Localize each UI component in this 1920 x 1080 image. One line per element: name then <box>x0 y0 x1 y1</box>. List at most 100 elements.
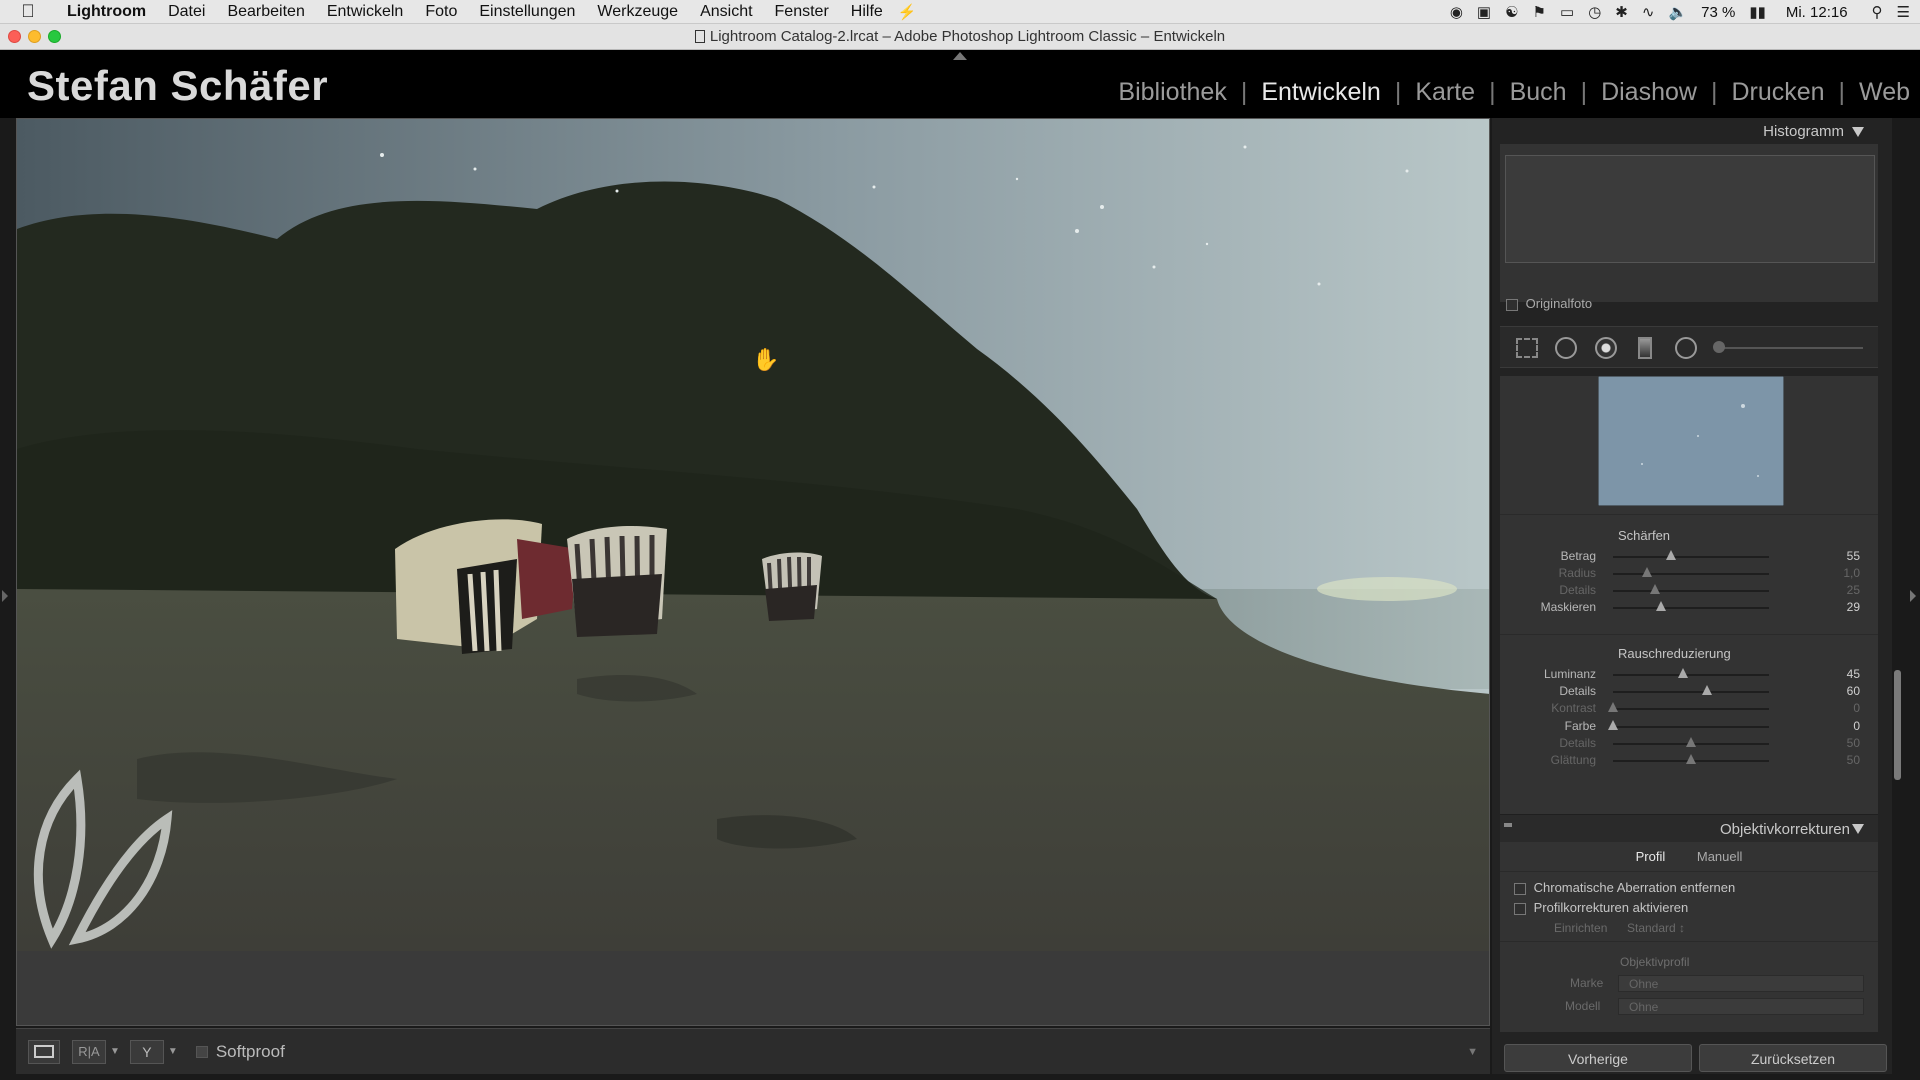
enable-profile-option[interactable]: Profilkorrekturen aktivieren <box>1514 900 1688 915</box>
before-after-dropdown-icon[interactable]: ▼ <box>110 1046 120 1057</box>
top-panel-toggle-icon[interactable] <box>953 52 967 60</box>
loupe-view-button[interactable] <box>28 1039 60 1064</box>
adjustment-brush-knob[interactable] <box>1713 341 1725 353</box>
toolbar-menu-dropdown-icon[interactable]: ▼ <box>1467 1046 1478 1058</box>
tab-profil[interactable]: Profil <box>1622 842 1680 872</box>
left-panel-toggle-icon[interactable] <box>2 590 8 602</box>
tab-manuell[interactable]: Manuell <box>1683 842 1757 872</box>
slider-value[interactable]: 55 <box>1820 549 1860 563</box>
menu-fenster[interactable]: Fenster <box>764 3 840 21</box>
notification-center-icon[interactable]: ☰ <box>1897 3 1910 21</box>
image-canvas[interactable]: ✋ <box>16 118 1490 1026</box>
collapse-triangle-icon[interactable] <box>1852 824 1864 834</box>
spot-removal-tool-icon[interactable] <box>1555 337 1577 359</box>
bookmark-icon[interactable]: ⚑ <box>1533 3 1546 21</box>
slider-maskieren[interactable]: Maskieren 29 <box>1500 599 1878 616</box>
slider-value[interactable]: 1,0 <box>1820 566 1860 580</box>
slider-thumb[interactable] <box>1608 702 1618 712</box>
right-panel-scrollbar[interactable] <box>1894 670 1901 780</box>
original-photo-toggle[interactable]: Originalfoto <box>1506 296 1592 311</box>
make-select[interactable]: Ohne <box>1618 975 1864 992</box>
module-karte[interactable]: Karte <box>1415 78 1475 107</box>
slider-details[interactable]: Details 50 <box>1500 735 1878 752</box>
menu-hilfe[interactable]: Hilfe <box>840 3 894 21</box>
bluetooth-icon[interactable]: ✱ <box>1615 3 1628 21</box>
module-drucken[interactable]: Drucken <box>1731 78 1824 107</box>
slider-thumb[interactable] <box>1701 685 1712 695</box>
right-panel-toggle-icon[interactable] <box>1910 590 1916 602</box>
graduated-filter-tool-icon[interactable] <box>1638 337 1652 359</box>
slider-value[interactable]: 29 <box>1820 600 1860 614</box>
before-after-button[interactable]: R|A <box>72 1039 106 1064</box>
reset-button[interactable]: Zurücksetzen <box>1699 1044 1887 1072</box>
slider-value[interactable]: 25 <box>1820 583 1860 597</box>
menubar-clock[interactable]: Mi. 12:16 <box>1786 4 1848 21</box>
slider-thumb[interactable] <box>1665 550 1676 560</box>
apple-menu-icon[interactable]:  <box>0 1 56 22</box>
slider-details[interactable]: Details 60 <box>1500 683 1878 700</box>
night-beach-photo[interactable]: ✋ <box>17 119 1490 951</box>
airplay-icon[interactable]: ▭ <box>1560 3 1574 21</box>
slider-thumb[interactable] <box>1686 737 1696 747</box>
module-buch[interactable]: Buch <box>1510 78 1567 107</box>
softproof-checkbox[interactable] <box>195 1045 208 1058</box>
module-entwickeln[interactable]: Entwickeln <box>1261 78 1381 107</box>
slider-track[interactable] <box>1613 556 1769 558</box>
panel-switch-icon[interactable] <box>1504 823 1512 827</box>
histogram-panel-header[interactable]: Histogramm <box>1500 118 1878 146</box>
slider-glättung[interactable]: Glättung 50 <box>1500 752 1878 769</box>
slider-track[interactable] <box>1613 573 1769 575</box>
remove-ca-option[interactable]: Chromatische Aberration entfernen <box>1514 880 1735 895</box>
volume-icon[interactable]: 🔈 <box>1668 3 1687 21</box>
collapse-triangle-icon[interactable] <box>1852 127 1864 137</box>
slider-radius[interactable]: Radius 1,0 <box>1500 565 1878 582</box>
slider-details[interactable]: Details 25 <box>1500 582 1878 599</box>
slider-value[interactable]: 50 <box>1820 736 1860 750</box>
radial-filter-tool-icon[interactable] <box>1675 337 1697 359</box>
slider-thumb[interactable] <box>1650 584 1661 594</box>
slider-value[interactable]: 60 <box>1820 684 1860 698</box>
identity-plate[interactable]: Stefan Schäfer <box>27 62 328 110</box>
menu-bearbeiten[interactable]: Bearbeiten <box>216 3 315 21</box>
battery-icon[interactable]: ▮▮ <box>1749 3 1766 21</box>
menu-entwickeln[interactable]: Entwickeln <box>316 3 414 21</box>
enable-profile-checkbox[interactable] <box>1514 902 1526 915</box>
setup-select[interactable]: Standard ↕ <box>1627 921 1685 935</box>
spotlight-search-icon[interactable]: ⚲ <box>1872 3 1883 21</box>
model-select[interactable]: Ohne <box>1618 998 1864 1015</box>
slider-track[interactable] <box>1613 674 1769 676</box>
slider-track[interactable] <box>1613 590 1769 592</box>
slider-kontrast[interactable]: Kontrast 0 <box>1500 700 1878 717</box>
slider-track[interactable] <box>1613 726 1769 728</box>
previous-button[interactable]: Vorherige <box>1504 1044 1692 1072</box>
menu-ansicht[interactable]: Ansicht <box>689 3 763 21</box>
soft-proofing-view-button[interactable]: Y <box>129 1039 164 1064</box>
wifi-icon[interactable]: ∿ <box>1642 3 1655 21</box>
slider-thumb[interactable] <box>1678 668 1689 678</box>
menu-einstellungen[interactable]: Einstellungen <box>468 3 586 21</box>
remove-ca-checkbox[interactable] <box>1514 882 1526 895</box>
slider-value[interactable]: 0 <box>1820 719 1860 733</box>
lens-corrections-header[interactable]: Objektivkorrekturen <box>1500 814 1878 842</box>
slider-thumb[interactable] <box>1642 567 1653 577</box>
original-photo-checkbox[interactable] <box>1506 298 1518 311</box>
red-eye-tool-icon[interactable] <box>1595 337 1617 359</box>
window-minimize-button[interactable] <box>28 30 41 43</box>
module-web[interactable]: Web <box>1859 78 1910 107</box>
slider-track[interactable] <box>1613 708 1769 710</box>
lightning-icon[interactable]: ⚡ <box>898 3 917 21</box>
slider-thumb[interactable] <box>1608 720 1618 730</box>
slider-track[interactable] <box>1613 607 1769 609</box>
slider-track[interactable] <box>1613 691 1769 693</box>
app-status-icon[interactable]: ▣ <box>1477 3 1491 21</box>
slider-thumb[interactable] <box>1686 754 1696 764</box>
view-dropdown-icon[interactable]: ▼ <box>168 1046 178 1057</box>
menu-werkzeuge[interactable]: Werkzeuge <box>586 3 689 21</box>
window-close-button[interactable] <box>8 30 21 43</box>
creative-cloud-icon[interactable]: ☯ <box>1505 3 1518 21</box>
histogram-display[interactable] <box>1505 155 1875 263</box>
adjustment-brush-slider[interactable] <box>1715 347 1863 349</box>
menu-datei[interactable]: Datei <box>157 3 216 21</box>
slider-betrag[interactable]: Betrag 55 <box>1500 548 1878 565</box>
slider-value[interactable]: 45 <box>1820 667 1860 681</box>
